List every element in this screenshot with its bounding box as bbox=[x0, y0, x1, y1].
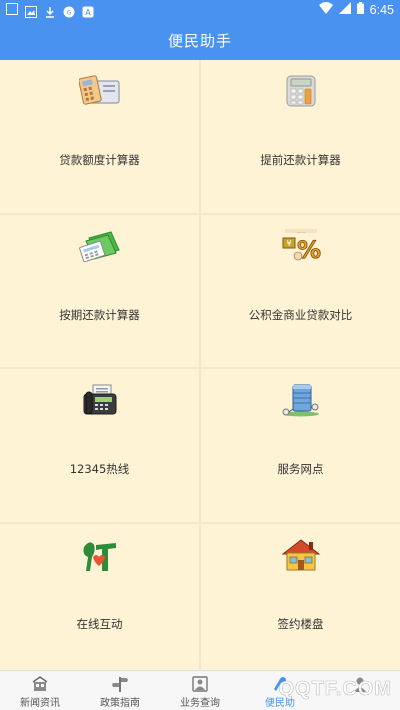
page-title: 便民助手 bbox=[167, 31, 232, 50]
tab-business-query[interactable]: 业务查询 bbox=[160, 671, 240, 710]
tool-service-outlets[interactable]: 服务网点 bbox=[201, 369, 400, 522]
svg-text:G: G bbox=[67, 10, 72, 17]
svg-text:.......: ....... bbox=[297, 229, 305, 233]
tools-grid: 贷款额度计算器 提前还款计算器 按期还款计算器 ....... ¥ % 公积金商… bbox=[0, 60, 400, 676]
tool-label: 签约楼盘 bbox=[277, 616, 324, 631]
house-icon bbox=[279, 536, 323, 574]
money-stack-icon bbox=[78, 227, 122, 265]
square-icon bbox=[6, 3, 18, 15]
gallery-icon bbox=[25, 3, 37, 18]
svg-text:A: A bbox=[85, 8, 91, 17]
tab-news[interactable]: 新闻资讯 bbox=[0, 671, 80, 710]
status-bar: G A 6:45 bbox=[0, 0, 400, 20]
loan-calculator-icon bbox=[78, 72, 122, 110]
server-network-icon bbox=[279, 381, 323, 419]
tool-contracted-properties[interactable]: 签约楼盘 bbox=[201, 523, 400, 676]
interaction-logo-icon bbox=[78, 536, 122, 574]
tool-loan-amount-calculator[interactable]: 贷款额度计算器 bbox=[0, 60, 199, 213]
svg-text:%: % bbox=[296, 236, 320, 264]
tool-label: 公积金商业贷款对比 bbox=[248, 307, 353, 322]
tool-label: 12345热线 bbox=[69, 462, 130, 476]
tab-label: 业务查询 bbox=[180, 698, 220, 709]
battery-icon bbox=[356, 2, 364, 17]
tab-label: 政策指南 bbox=[100, 698, 140, 709]
tool-prepayment-calculator[interactable]: 提前还款计算器 bbox=[201, 60, 400, 213]
a-badge-icon: A bbox=[82, 3, 94, 18]
newspaper-icon bbox=[31, 675, 49, 693]
download-icon bbox=[44, 3, 56, 18]
tool-label: 提前还款计算器 bbox=[260, 153, 341, 167]
status-time: 6:45 bbox=[369, 2, 394, 17]
tool-scheduled-repayment-calculator[interactable]: 按期还款计算器 bbox=[0, 214, 199, 367]
query-icon bbox=[191, 675, 209, 693]
svg-text:¥: ¥ bbox=[286, 239, 291, 248]
circle-badge-icon: G bbox=[63, 3, 75, 18]
tool-label: 服务网点 bbox=[277, 462, 324, 476]
signal-icon bbox=[338, 2, 351, 17]
tool-fund-commercial-loan-comparison[interactable]: ....... ¥ % 公积金商业贷款对比 bbox=[201, 214, 400, 367]
tool-label: 贷款额度计算器 bbox=[59, 153, 140, 167]
tab-label: 新闻资讯 bbox=[20, 698, 60, 709]
calculator-icon bbox=[279, 72, 323, 110]
tool-12345-hotline[interactable]: 12345热线 bbox=[0, 369, 199, 522]
tool-label: 按期还款计算器 bbox=[59, 307, 140, 322]
tool-label: 在线互动 bbox=[76, 616, 123, 631]
tool-online-interaction[interactable]: 在线互动 bbox=[0, 523, 199, 676]
watermark: QQTF.COM bbox=[278, 678, 392, 701]
percent-comparison-icon: ....... ¥ % bbox=[279, 227, 323, 265]
fax-phone-icon bbox=[78, 381, 122, 419]
app-header: 便民助手 bbox=[0, 20, 400, 60]
wifi-icon bbox=[318, 2, 333, 17]
tab-policy-guide[interactable]: 政策指南 bbox=[80, 671, 160, 710]
guide-icon bbox=[111, 675, 129, 693]
